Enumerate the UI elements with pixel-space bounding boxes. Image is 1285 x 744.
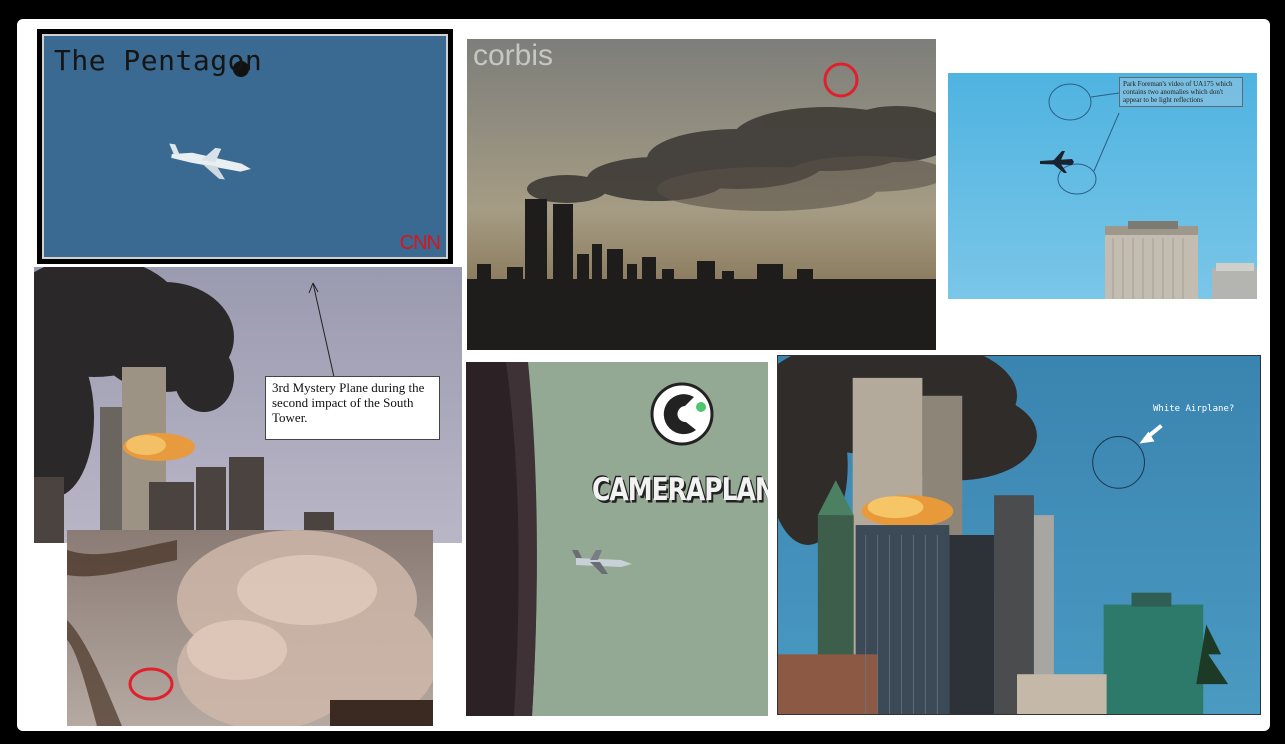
corbis-towers-photo: corbis bbox=[467, 39, 936, 350]
smoke-closeup-image bbox=[67, 530, 433, 726]
cnn-logo: CNN bbox=[399, 232, 441, 254]
white-airplane-photo: White Airplane? bbox=[777, 355, 1261, 715]
smoke-closeup-photo bbox=[67, 530, 433, 726]
mystery-plane-photo: 3rd Mystery Plane during the second impa… bbox=[34, 267, 462, 543]
cameraplanet-logo-text: CAMERAPLANET bbox=[592, 471, 768, 508]
park-foreman-note: Park Foreman's video of UA175 which cont… bbox=[1119, 77, 1243, 107]
collage-frame: The Pentagon CNN corbis Park Foreman's v… bbox=[17, 19, 1270, 731]
cameraplanet-photo: CAMERAPLANET bbox=[466, 362, 768, 716]
twin-towers-skyline-image bbox=[467, 39, 936, 350]
cameraplanet-image bbox=[466, 362, 768, 716]
white-airplane-label: White Airplane? bbox=[1153, 404, 1235, 414]
pentagon-photo: The Pentagon CNN bbox=[37, 29, 453, 264]
park-foreman-photo: Park Foreman's video of UA175 which cont… bbox=[948, 73, 1257, 299]
mystery-plane-caption: 3rd Mystery Plane during the second impa… bbox=[265, 376, 440, 440]
corbis-watermark: corbis bbox=[473, 39, 554, 72]
cameraplanet-logo-icon bbox=[650, 382, 714, 446]
pentagon-title: The Pentagon bbox=[54, 44, 263, 77]
